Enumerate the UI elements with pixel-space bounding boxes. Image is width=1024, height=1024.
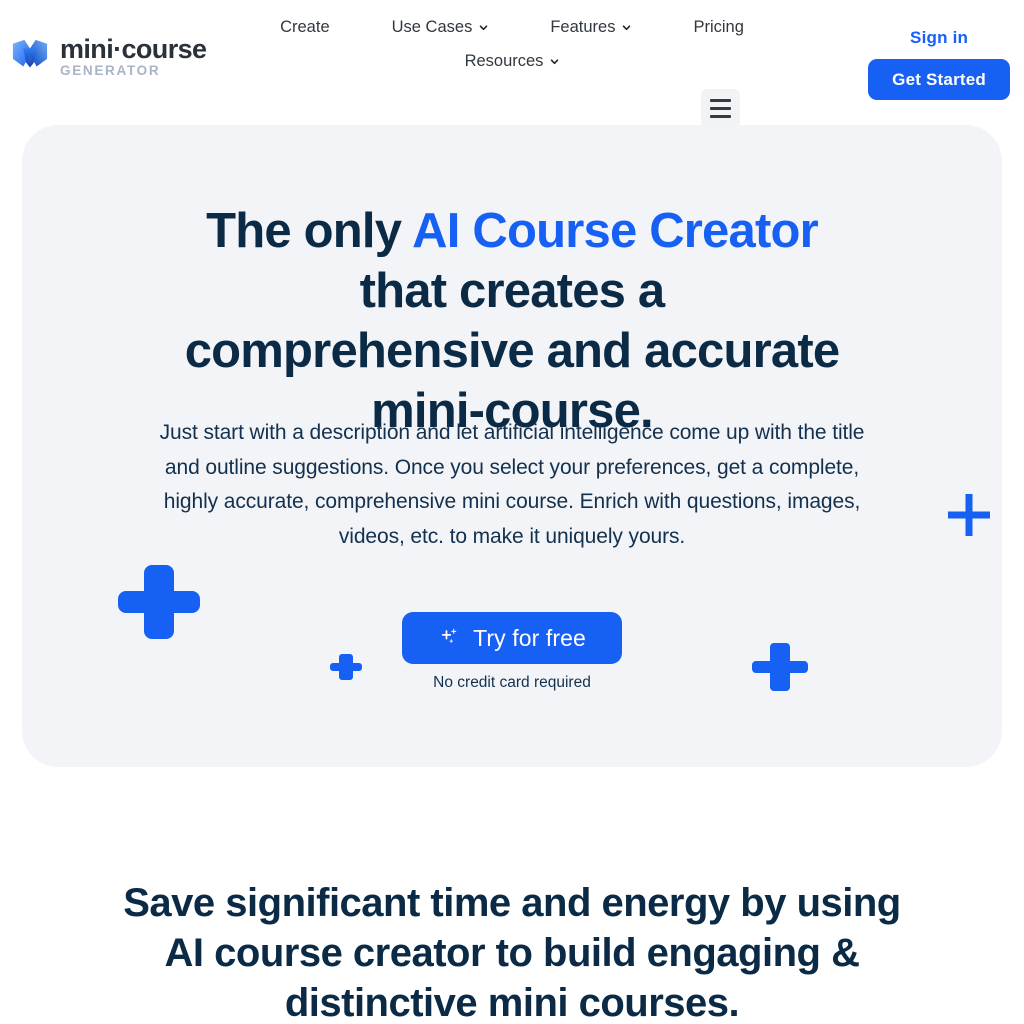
minicourse-logo-icon bbox=[12, 39, 48, 68]
burger-line bbox=[710, 99, 731, 102]
headline-lead: The only bbox=[206, 204, 413, 258]
brand-subtitle: GENERATOR bbox=[60, 63, 161, 78]
landing-page: mini·course GENERATOR Create Use Cases F… bbox=[0, 0, 1024, 1024]
plus-decoration-small-center bbox=[330, 654, 362, 680]
plus-decoration-medium-right bbox=[752, 643, 808, 691]
hero-content: The only AI Course Creator that creates … bbox=[22, 125, 1002, 767]
get-started-button[interactable]: Get Started bbox=[868, 59, 1010, 100]
cta-note: No credit card required bbox=[433, 674, 591, 691]
nav-item-label: Features bbox=[550, 18, 616, 36]
headline-tail: that creates a comprehensive and accurat… bbox=[184, 264, 840, 438]
header-actions: Sign in Get Started bbox=[868, 28, 1010, 100]
nav-item-use-cases[interactable]: Use Cases bbox=[361, 11, 520, 45]
hero-card: The only AI Course Creator that creates … bbox=[22, 125, 1002, 767]
benefits-section-title: Save significant time and energy by usin… bbox=[123, 881, 901, 1024]
burger-line bbox=[710, 107, 731, 110]
nav-item-label: Create bbox=[280, 18, 330, 36]
chevron-down-icon bbox=[480, 25, 488, 31]
benefits-section: Save significant time and energy by usin… bbox=[0, 767, 1024, 1024]
nav-item-label: Use Cases bbox=[391, 18, 473, 36]
nav-item-create[interactable]: Create bbox=[249, 11, 361, 45]
nav-item-label: Resources bbox=[464, 51, 544, 70]
brand-wordmark: mini·course GENERATOR bbox=[60, 34, 207, 78]
page-title: The only AI Course Creator that creates … bbox=[182, 201, 842, 441]
nav-item-features[interactable]: Features bbox=[519, 11, 662, 45]
nav-row-secondary: Resources bbox=[200, 45, 824, 79]
brand-logo[interactable]: mini·course GENERATOR bbox=[11, 34, 207, 78]
try-for-free-button[interactable]: Try for free bbox=[402, 612, 622, 664]
chevron-down-icon bbox=[623, 25, 631, 31]
nav-item-resources[interactable]: Resources bbox=[434, 45, 591, 79]
nav-item-label: Pricing bbox=[693, 18, 744, 36]
plus-decoration-large-left bbox=[118, 565, 200, 639]
plus-decoration-thin-right bbox=[948, 494, 990, 536]
site-header: mini·course GENERATOR Create Use Cases F… bbox=[0, 0, 1024, 128]
burger-line bbox=[710, 115, 731, 118]
hamburger-menu-icon[interactable] bbox=[701, 89, 740, 128]
try-for-free-label: Try for free bbox=[473, 624, 586, 651]
main-navigation: Create Use Cases Features Pricing Resour… bbox=[200, 0, 824, 79]
brand-name: mini·course bbox=[60, 34, 207, 64]
sparkle-plus-icon bbox=[441, 628, 457, 643]
hero-subcopy: Just start with a description and let ar… bbox=[159, 421, 865, 548]
chevron-down-icon bbox=[551, 59, 559, 65]
hero-cta-group: Try for free No credit card required bbox=[402, 612, 622, 692]
sign-in-link[interactable]: Sign in bbox=[910, 28, 968, 48]
nav-item-pricing[interactable]: Pricing bbox=[662, 11, 774, 45]
headline-accent: AI Course Creator bbox=[412, 204, 819, 258]
nav-row-primary: Create Use Cases Features Pricing bbox=[200, 11, 824, 45]
